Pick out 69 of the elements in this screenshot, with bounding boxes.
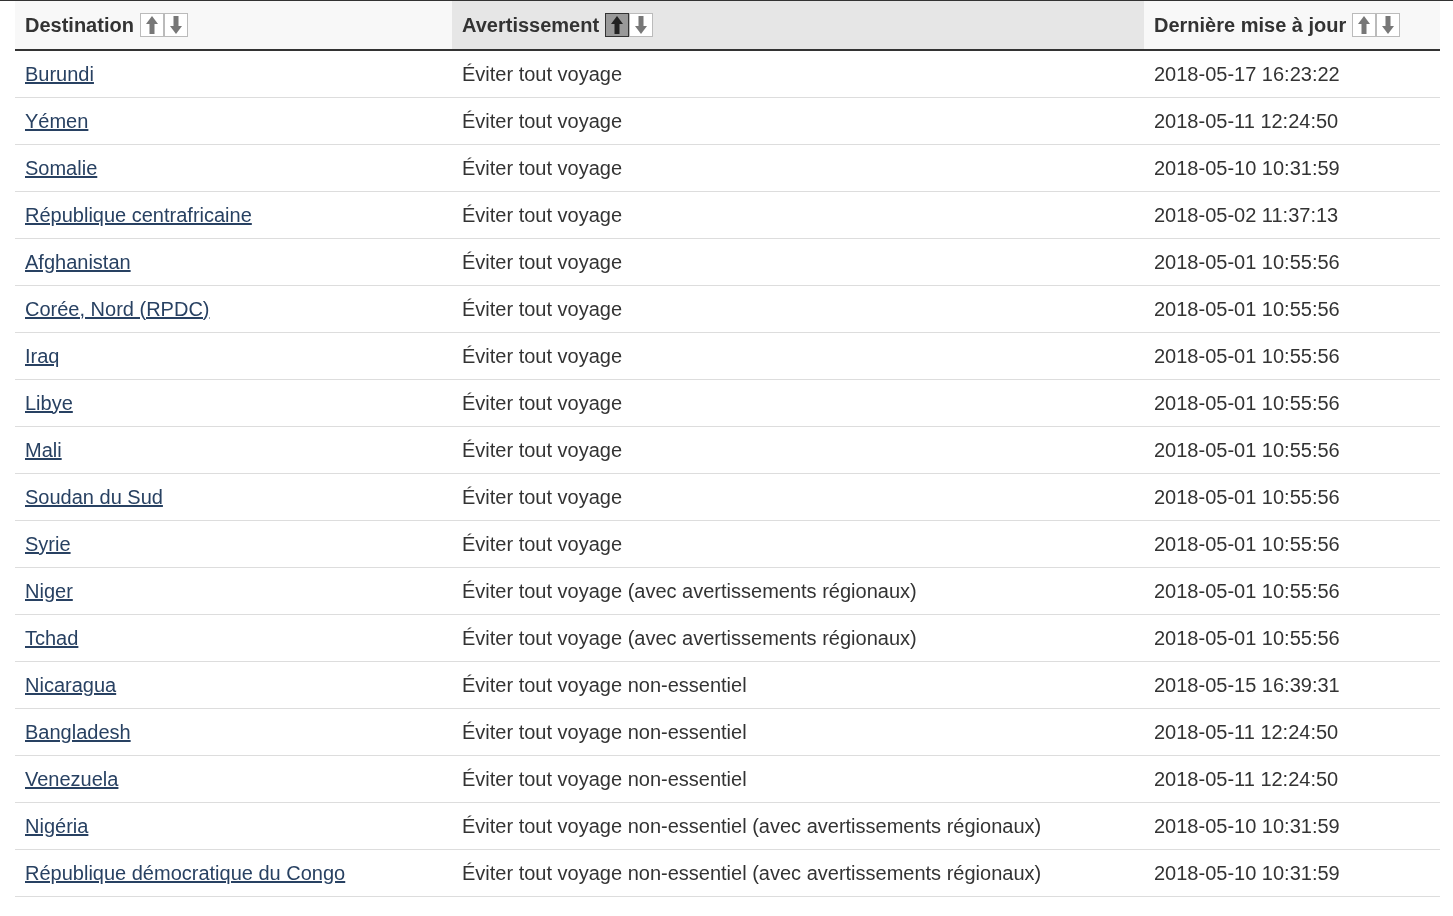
warning-text: Éviter tout voyage <box>462 109 623 133</box>
destination-link[interactable]: Somalie <box>25 156 98 180</box>
column-label: Dernière mise à jour <box>1154 13 1347 37</box>
updated-date: 2018-05-15 16:39:31 <box>1154 673 1340 697</box>
sort-down-button[interactable] <box>629 13 654 37</box>
destination-link[interactable]: Tchad <box>25 626 79 650</box>
warning-text: Éviter tout voyage non-essentiel <box>462 673 747 697</box>
updated-date: 2018-05-01 10:55:56 <box>1154 485 1340 509</box>
warning-text: Éviter tout voyage <box>462 344 623 368</box>
updated-date: 2018-05-01 10:55:56 <box>1154 626 1340 650</box>
sort-up-button[interactable] <box>1352 13 1377 37</box>
destination-link[interactable]: Yémen <box>25 109 89 133</box>
destination-link[interactable]: Burundi <box>25 62 94 86</box>
updated-date: 2018-05-01 10:55:56 <box>1154 438 1340 462</box>
sort-down-button[interactable] <box>1376 13 1401 37</box>
up-arrow-icon <box>144 15 159 35</box>
warning-text: Éviter tout voyage <box>462 203 623 227</box>
updated-date: 2018-05-10 10:31:59 <box>1154 814 1340 838</box>
updated-date: 2018-05-01 10:55:56 <box>1154 579 1340 603</box>
up-arrow-icon <box>1357 15 1372 35</box>
warning-text: Éviter tout voyage <box>462 532 623 556</box>
sort-down-button[interactable] <box>163 13 188 37</box>
updated-date: 2018-05-01 10:55:56 <box>1154 297 1340 321</box>
updated-date: 2018-05-01 10:55:56 <box>1154 344 1340 368</box>
down-arrow-icon <box>634 15 649 35</box>
sort-up-button[interactable] <box>139 13 164 37</box>
column-label: Avertissement <box>462 13 600 37</box>
destination-link[interactable]: Bangladesh <box>25 720 131 744</box>
destination-link[interactable]: Venezuela <box>25 767 119 791</box>
warning-text: Éviter tout voyage <box>462 250 623 274</box>
up-arrow-icon <box>610 15 625 35</box>
updated-date: 2018-05-01 10:55:56 <box>1154 250 1340 274</box>
warning-text: Éviter tout voyage <box>462 485 623 509</box>
destination-link[interactable]: République centrafricaine <box>25 203 252 227</box>
updated-date: 2018-05-11 12:24:50 <box>1154 720 1339 744</box>
updated-date: 2018-05-01 10:55:56 <box>1154 391 1340 415</box>
column-label: Destination <box>25 13 134 37</box>
destination-link[interactable]: Nigéria <box>25 814 89 838</box>
warning-text: Éviter tout voyage non-essentiel (avec avertissements régionaux) <box>462 814 1042 838</box>
warning-text: Éviter tout voyage <box>462 156 623 180</box>
updated-date: 2018-05-10 10:31:59 <box>1154 861 1340 885</box>
updated-date: 2018-05-11 12:24:50 <box>1154 767 1339 791</box>
updated-date: 2018-05-02 11:37:13 <box>1154 203 1339 227</box>
warning-text: Éviter tout voyage non-essentiel <box>462 767 747 791</box>
warning-text: Éviter tout voyage <box>462 391 623 415</box>
destination-link[interactable]: Libye <box>25 391 73 415</box>
warning-text: Éviter tout voyage <box>462 297 623 321</box>
down-arrow-icon <box>1381 15 1396 35</box>
destination-link[interactable]: Nicaragua <box>25 673 117 697</box>
destination-link[interactable]: Syrie <box>25 532 71 556</box>
sort-up-button[interactable] <box>605 13 630 37</box>
warning-text: Éviter tout voyage (avec avertissements régionaux) <box>462 579 917 603</box>
destination-link[interactable]: Niger <box>25 579 73 603</box>
destination-link[interactable]: Iraq <box>25 344 60 368</box>
destination-link[interactable]: République démocratique du Congo <box>25 861 346 885</box>
updated-date: 2018-05-11 12:24:50 <box>1154 109 1339 133</box>
warning-text: Éviter tout voyage <box>462 62 623 86</box>
destination-link[interactable]: Corée, Nord (RPDC) <box>25 297 210 321</box>
destination-link[interactable]: Soudan du Sud <box>25 485 163 509</box>
destination-link[interactable]: Mali <box>25 438 62 462</box>
down-arrow-icon <box>168 15 183 35</box>
warning-text: Éviter tout voyage non-essentiel (avec avertissements régionaux) <box>462 861 1042 885</box>
updated-date: 2018-05-01 10:55:56 <box>1154 532 1340 556</box>
updated-date: 2018-05-10 10:31:59 <box>1154 156 1340 180</box>
updated-date: 2018-05-17 16:23:22 <box>1154 62 1340 86</box>
warning-text: Éviter tout voyage non-essentiel <box>462 720 747 744</box>
warning-text: Éviter tout voyage (avec avertissements régionaux) <box>462 626 917 650</box>
destination-link[interactable]: Afghanistan <box>25 250 131 274</box>
warning-text: Éviter tout voyage <box>462 438 623 462</box>
